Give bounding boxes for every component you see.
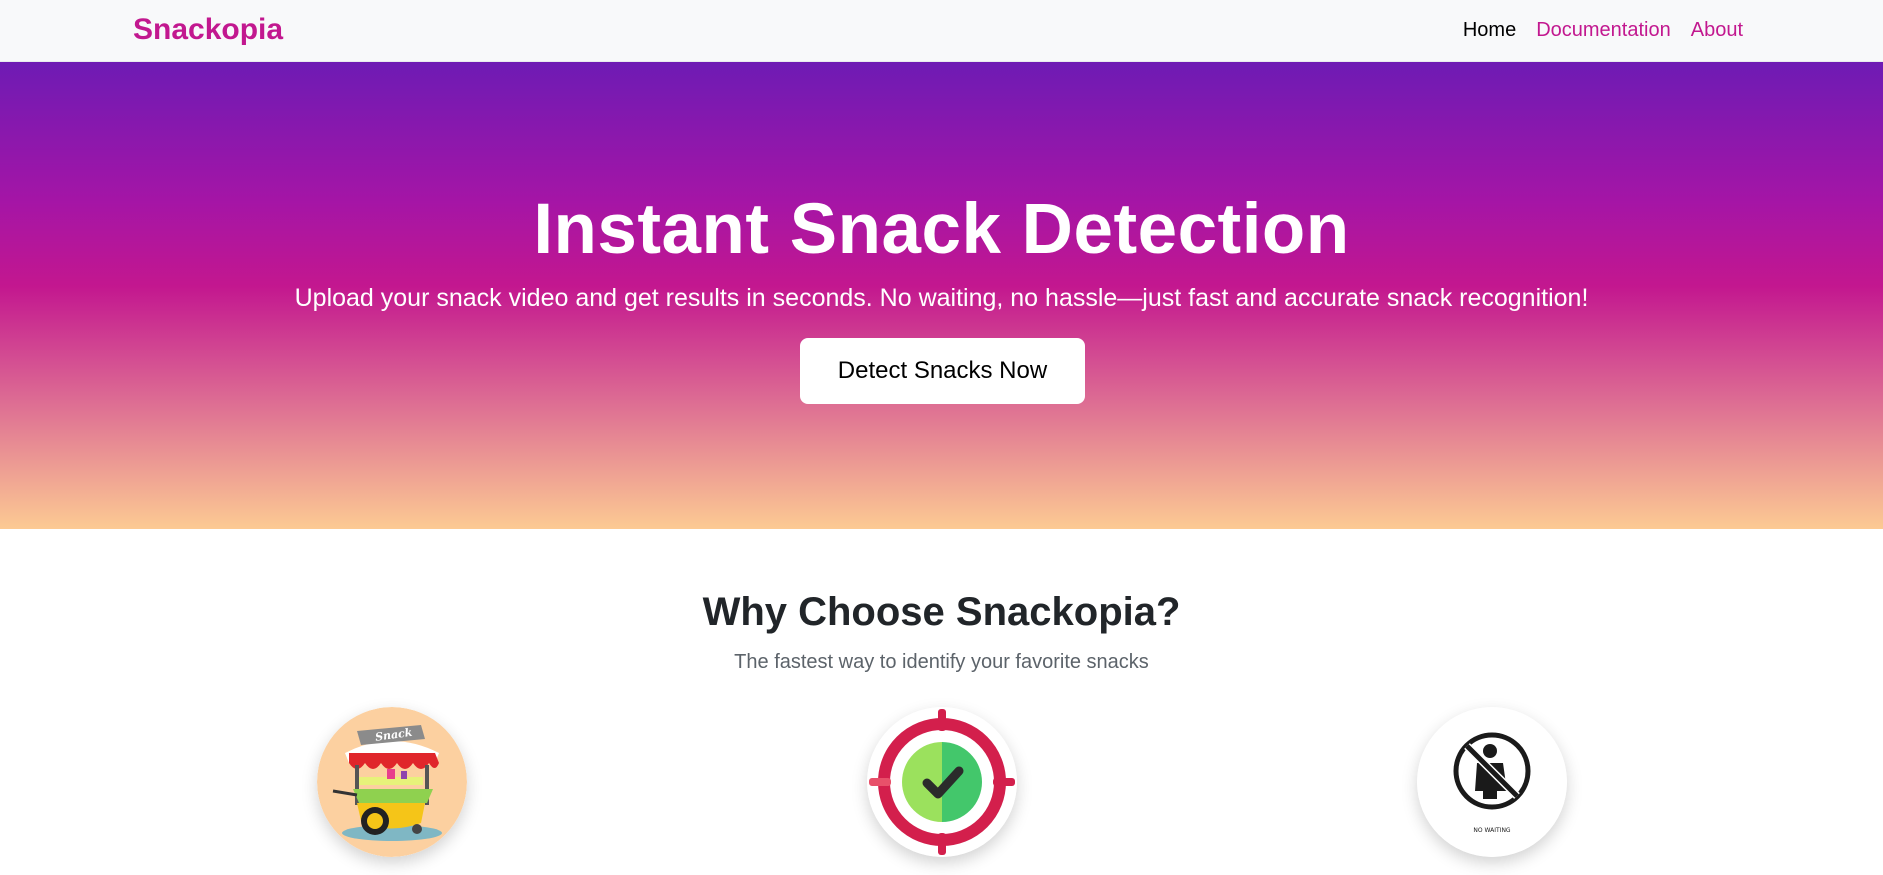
nav-link-documentation[interactable]: Documentation [1536,19,1671,42]
detect-snacks-button[interactable]: Detect Snacks Now [800,338,1085,404]
features-title: Why Choose Snackopia? [702,590,1181,634]
nav-link-home[interactable]: Home [1463,19,1516,42]
hero-title: Instant Snack Detection [533,190,1350,269]
hero-subtitle: Upload your snack video and get results … [294,284,1589,312]
target-check-icon [867,707,1017,857]
nav-link-about[interactable]: About [1691,19,1743,42]
snack-cart-icon: Snack [317,707,467,857]
nav-links: Home Documentation About [1463,19,1743,42]
no-waiting-label: NO WAITING [1473,827,1511,834]
no-waiting-icon: NO WAITING [1417,707,1567,857]
hero-section: Instant Snack Detection Upload your snac… [0,62,1883,529]
navbar: Snackopia Home Documentation About [0,0,1883,62]
brand-logo-link[interactable]: Snackopia [133,13,283,47]
features-section: Why Choose Snackopia? The fastest way to… [0,529,1883,875]
features-subtitle: The fastest way to identify your favorit… [734,651,1149,673]
